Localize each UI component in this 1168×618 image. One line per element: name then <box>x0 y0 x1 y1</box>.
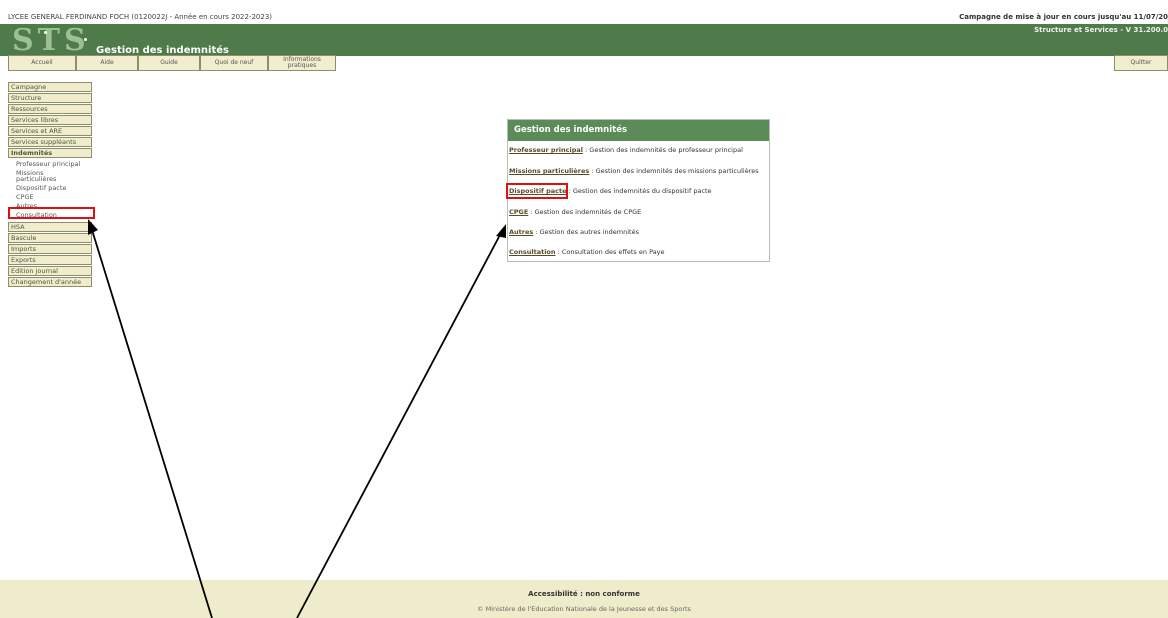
arrow-to-sidebar-line <box>91 229 213 618</box>
annotation-arrows <box>88 219 506 618</box>
arrow-to-panel-head <box>496 224 506 238</box>
arrow-to-panel-line <box>296 232 502 618</box>
